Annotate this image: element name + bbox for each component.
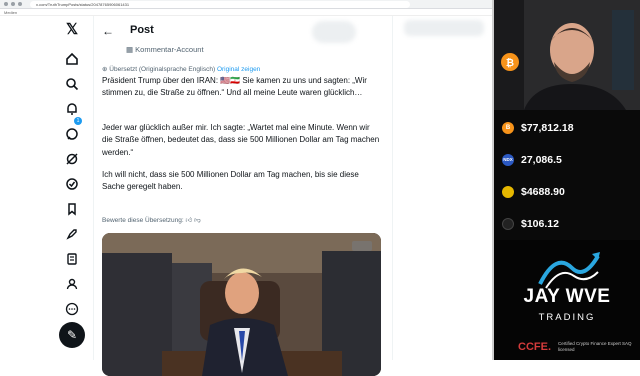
post-paragraph-2: Jeder war glücklich außer mir. Ich sagte…	[102, 123, 380, 157]
browser-window: x.com/TruthTrumpPosts/status/20478765906…	[0, 0, 494, 376]
profile-icon[interactable]	[64, 277, 80, 293]
bookmarks-icon[interactable]	[64, 202, 80, 218]
ticker-value: 27,086.5	[521, 154, 562, 166]
notifications-icon[interactable]	[64, 102, 80, 118]
ticker-value: $106.12	[521, 218, 559, 230]
reload-icon[interactable]	[18, 2, 22, 6]
certification-text: Certified Crypto Finance Expert SAQ lice…	[558, 341, 632, 352]
compose-button[interactable]: ✎	[59, 322, 85, 348]
gold-icon	[502, 186, 514, 198]
search-icon[interactable]	[64, 77, 80, 93]
post-column: ← Post ▦ Kommentar-Account ⊕ Übersetzt (…	[93, 16, 393, 376]
brand-panel: JAY WVE TRADING CCFE. Certified Crypto F…	[494, 240, 640, 360]
more-icon[interactable]	[64, 302, 80, 318]
brand-subtitle: TRADING	[538, 312, 596, 323]
translation-notice: ⊕ Übersetzt (Originalsprache Englisch) O…	[102, 66, 261, 73]
bitcoin-icon: B	[502, 122, 514, 134]
ticker-value: $77,812.18	[521, 122, 574, 134]
streamer-video: ₿	[494, 0, 640, 110]
back-arrow-icon[interactable]: ←	[102, 24, 114, 38]
post-paragraph-1: Präsident Trump über den IRAN: 🇺🇸🇮🇷 Sie …	[102, 76, 367, 98]
ticker-row-oil: $106.12	[494, 208, 640, 238]
notification-badge: 1	[74, 117, 82, 125]
blurred-search	[404, 20, 484, 36]
post-video[interactable]	[102, 233, 381, 376]
brand-name: JAY WVE	[523, 286, 611, 307]
compose-icon: ✎	[66, 328, 78, 342]
video-frame	[102, 233, 381, 376]
x-sidebar: 𝕏 1	[57, 18, 87, 360]
forward-nav-icon[interactable]	[11, 2, 15, 6]
webcam-overlay: ₿	[494, 0, 640, 110]
communities-icon[interactable]	[64, 177, 80, 193]
ccfe-logo: CCFE.	[518, 341, 551, 353]
svg-text:₿: ₿	[506, 57, 514, 69]
thumbs-up-icon[interactable]: 👍︎	[185, 217, 192, 224]
jobs-icon[interactable]	[64, 252, 80, 268]
rate-translation: Bewerte diese Übersetzung: 👍︎ 👎︎	[102, 217, 201, 224]
back-nav-icon[interactable]	[4, 2, 8, 6]
comment-account-label[interactable]: ▦ Kommentar-Account	[126, 45, 204, 54]
ticker-value: $4688.90	[521, 186, 565, 198]
post-paragraph-3: Ich will nicht, dass sie 500 Millionen D…	[102, 170, 359, 192]
url-field[interactable]: x.com/TruthTrumpPosts/status/20478765906…	[30, 1, 410, 8]
premium-icon[interactable]	[64, 227, 80, 243]
messages-icon[interactable]	[64, 127, 80, 143]
show-original-link[interactable]: Original zeigen	[217, 66, 260, 73]
right-sidebar	[398, 18, 494, 360]
ticker-row-btc: B $77,812.18	[494, 112, 640, 142]
page-title: Post	[130, 24, 154, 36]
x-logo-icon[interactable]: 𝕏	[64, 22, 80, 38]
ticker-row-gold: $4688.90	[494, 176, 640, 206]
account-icon: ▦	[126, 45, 136, 54]
bookmark-item[interactable]: Medien	[4, 10, 17, 15]
nasdaq-icon: NDX	[502, 154, 514, 166]
price-ticker: B $77,812.18 NDX 27,086.5 $4688.90 $106.…	[494, 110, 640, 240]
home-icon[interactable]	[64, 52, 80, 68]
thumbs-down-icon[interactable]: 👎︎	[194, 217, 201, 224]
oil-barrel-icon	[502, 218, 514, 230]
ticker-row-ndx: NDX 27,086.5	[494, 144, 640, 174]
address-bar[interactable]: x.com/TruthTrumpPosts/status/20478765906…	[0, 0, 494, 9]
grok-icon[interactable]	[64, 152, 80, 168]
bookmarks-bar: Medien	[0, 9, 494, 16]
blurred-header-element	[312, 21, 356, 43]
